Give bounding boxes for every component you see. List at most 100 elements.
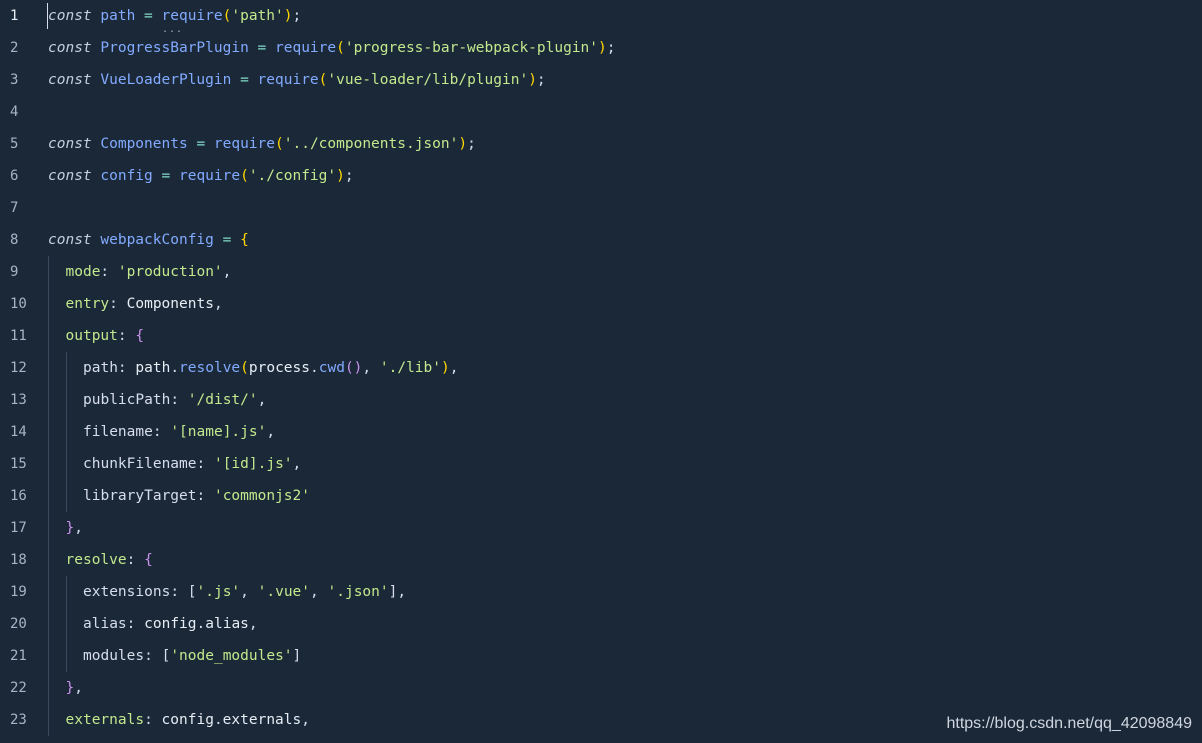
indent-guide: [65, 416, 67, 448]
code-line[interactable]: 14 filename: '[name].js',: [0, 416, 1202, 448]
code-token: ,: [266, 424, 276, 440]
code-line[interactable]: 22},: [0, 672, 1202, 704]
indent-guide: [48, 448, 49, 480]
code-token: ],: [388, 584, 407, 600]
code-line[interactable]: 6 const config = require('./config');: [0, 160, 1202, 192]
code-token: require: [275, 40, 337, 56]
code-line[interactable]: 10 entry: Components,: [0, 288, 1202, 320]
code-line[interactable]: 21 modules: ['node_modules']: [0, 640, 1202, 672]
code-token: (: [275, 136, 284, 152]
code-token: entry: [65, 296, 110, 312]
code-token: alias: [83, 616, 127, 632]
line-number: 10: [10, 296, 27, 312]
code-token: const: [48, 232, 92, 248]
line-code: const Components = require('../component…: [48, 128, 476, 160]
code-line[interactable]: 13 publicPath: '/dist/',: [0, 384, 1202, 416]
code-line[interactable]: 18 resolve: {: [0, 544, 1202, 576]
code-token: const: [48, 72, 92, 88]
code-token: ): [598, 40, 607, 56]
indent-guide: [48, 544, 49, 576]
code-editor[interactable]: 1 const path = require('path'); 2 const Pro…: [0, 0, 1202, 743]
code-line[interactable]: 11 output: {: [0, 320, 1202, 352]
line-code: entry: Components,: [48, 288, 223, 320]
code-token: {: [135, 328, 145, 344]
code-token: (: [222, 8, 232, 24]
line-code: mode: 'production',: [48, 256, 231, 288]
line-number: 7: [10, 200, 19, 216]
indent-guide: [65, 384, 67, 416]
code-token: :: [196, 456, 214, 472]
code-token: chunkFilename: [83, 456, 197, 472]
code-token: 'path': [231, 8, 284, 24]
code-token: resolve: [179, 360, 241, 376]
code-token: '[id].js': [213, 456, 293, 472]
code-token: webpackConfig: [100, 232, 214, 248]
indent-guide: [48, 640, 49, 672]
code-token: :: [144, 712, 162, 728]
code-token: [: [161, 648, 171, 664]
code-token: ,: [292, 456, 302, 472]
line-code: resolve: {: [48, 544, 153, 576]
code-line[interactable]: 20 alias: config. alias,: [0, 608, 1202, 640]
code-token: const: [48, 40, 92, 56]
line-number: 8: [10, 232, 19, 248]
code-token: '.json': [327, 584, 389, 600]
line-number: 13: [10, 392, 27, 408]
code-token: (: [240, 168, 249, 184]
code-token: ,: [248, 616, 258, 632]
line-code: chunkFilename: '[id].js',: [48, 448, 301, 480]
code-token: 'production': [117, 264, 223, 280]
code-line[interactable]: 4: [0, 96, 1202, 128]
code-token: 'progress-bar-webpack-plugin': [344, 40, 599, 56]
code-token: :: [170, 392, 188, 408]
code-line[interactable]: 16 libraryTarget: 'commonjs2': [0, 480, 1202, 512]
code-token: libraryTarget: [83, 488, 197, 504]
code-line[interactable]: 3 const VueLoaderPlugin = require('vue-lo…: [0, 64, 1202, 96]
hover-hint-dots: ...: [162, 24, 184, 35]
code-token: 'commonjs2': [213, 488, 310, 504]
code-line[interactable]: 8 const webpackConfig = {: [0, 224, 1202, 256]
code-token: :: [196, 488, 214, 504]
code-token: .: [213, 712, 223, 728]
line-code: path: path. resolve(process. cwd(), './lib…: [48, 352, 458, 384]
watermark: https://blog.csdn.net/qq_42098849: [946, 715, 1192, 732]
code-line[interactable]: 12 path: path. resolve(process. cwd(), './l…: [0, 352, 1202, 384]
code-token: ,: [74, 520, 83, 536]
code-token: path: [135, 360, 171, 376]
code-line[interactable]: 7: [0, 192, 1202, 224]
indent-guide: [48, 384, 49, 416]
code-token: ;: [467, 136, 476, 152]
code-line[interactable]: 19 extensions: ['.js', '.vue', '.json'],: [0, 576, 1202, 608]
code-token: (: [336, 40, 345, 56]
code-token: {: [240, 232, 249, 248]
line-number: 21: [10, 648, 27, 664]
code-token: 'vue-loader/lib/plugin': [327, 72, 529, 88]
code-token: path: [83, 360, 118, 376]
indent-guide: [48, 576, 49, 608]
line-number: 12: [10, 360, 27, 376]
code-token: mode: [65, 264, 101, 280]
code-token: './config': [248, 168, 337, 184]
code-line[interactable]: 17},: [0, 512, 1202, 544]
code-line[interactable]: 2 const ProgressBarPlugin = require('prog…: [0, 32, 1202, 64]
code-token: require: [161, 8, 223, 24]
code-line[interactable]: 5 const Components = require('../componen…: [0, 128, 1202, 160]
code-token: ,: [449, 360, 459, 376]
code-token: extensions: [83, 584, 171, 600]
line-number: 9: [10, 264, 19, 280]
indent-guide: [48, 704, 49, 736]
code-token: const: [48, 8, 92, 24]
code-token: output: [65, 328, 118, 344]
code-token: '/dist/': [187, 392, 258, 408]
code-line[interactable]: 15 chunkFilename: '[id].js',: [0, 448, 1202, 480]
code-token: ,: [240, 584, 258, 600]
code-line[interactable]: 9 mode: 'production',: [0, 256, 1202, 288]
